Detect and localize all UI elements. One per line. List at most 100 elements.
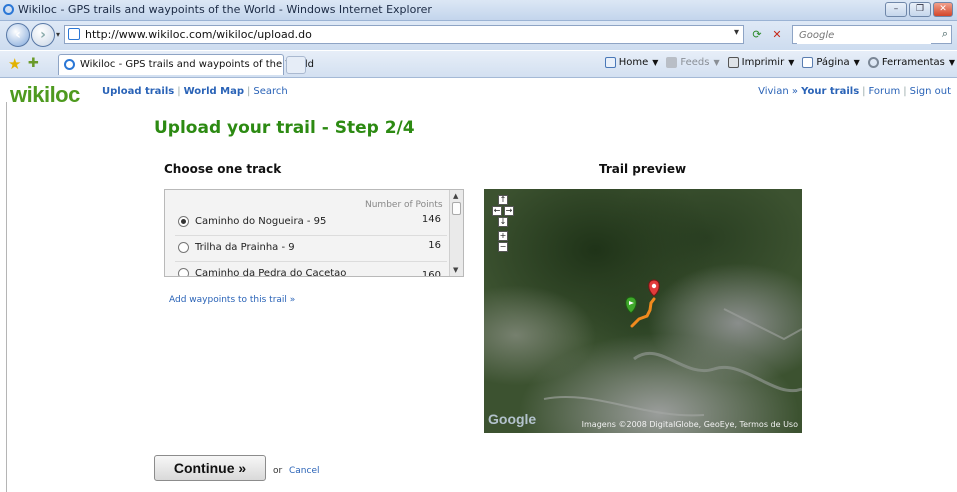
window-title-bar: Wikiloc - GPS trails and waypoints of th… [0, 0, 957, 21]
home-label: Home [618, 57, 649, 68]
pan-up-icon[interactable]: ↑ [498, 195, 508, 205]
chevron-down-icon[interactable]: ▼ [713, 58, 719, 67]
forward-button[interactable]: › [31, 23, 55, 47]
track-name[interactable]: Caminho da Pedra do Cacetao [195, 268, 346, 276]
user-separator: » [791, 86, 798, 97]
user-nav: Vivian » Your trails | Forum | Sign out [758, 86, 951, 97]
your-trails-link[interactable]: Your trails [801, 86, 859, 97]
trail-preview-map[interactable]: ↑ ← → ↓ + − Google Imagens ©2008 Digital… [484, 189, 802, 433]
track-list[interactable]: Number of Points Caminho do Nogueira - 9… [164, 189, 464, 277]
google-logo[interactable]: Google [488, 411, 536, 427]
window-controls: – ❐ ✕ [885, 2, 953, 17]
track-points: 160 [421, 270, 441, 277]
new-tab-button[interactable] [286, 56, 306, 74]
page-button[interactable]: Página ▼ [802, 57, 860, 68]
nav-world-map[interactable]: World Map [184, 86, 244, 97]
forum-link[interactable]: Forum [869, 86, 901, 97]
print-label: Imprimir [741, 57, 785, 68]
site-nav: Upload trails | World Map | Search [102, 86, 288, 97]
nav-upload-trails[interactable]: Upload trails [102, 86, 174, 97]
cancel-link[interactable]: Cancel [289, 466, 320, 476]
points-column-header: Number of Points [365, 200, 443, 210]
track-name[interactable]: Caminho do Nogueira - 95 [195, 216, 326, 227]
feeds-icon [666, 57, 678, 68]
close-button[interactable]: ✕ [933, 2, 953, 17]
nav-search[interactable]: Search [253, 86, 287, 97]
chevron-down-icon[interactable]: ▼ [949, 58, 955, 67]
chevron-down-icon[interactable]: ▼ [652, 58, 658, 67]
tab-favicon-icon [64, 59, 75, 70]
feeds-button[interactable]: Feeds ▼ [666, 57, 720, 68]
tools-button[interactable]: Ferramentas ▼ [867, 57, 955, 68]
scroll-down-icon[interactable]: ▼ [453, 266, 458, 274]
search-icon[interactable]: ⌕ [942, 27, 948, 41]
maximize-button[interactable]: ❐ [909, 2, 931, 17]
scroll-thumb[interactable] [452, 202, 461, 215]
page-favicon-icon [68, 28, 80, 40]
address-bar[interactable]: http://www.wikiloc.com/wikiloc/upload.do… [64, 25, 744, 44]
favorites-star-icon[interactable]: ★ [8, 55, 21, 73]
page-title: Upload your trail - Step 2/4 [154, 118, 415, 138]
search-box[interactable]: ⌕ [792, 25, 952, 44]
search-input[interactable] [797, 27, 931, 44]
track-radio[interactable] [178, 242, 189, 253]
home-button[interactable]: Home ▼ [604, 57, 658, 68]
zoom-out-icon[interactable]: − [498, 242, 508, 252]
zoom-in-icon[interactable]: + [498, 231, 508, 241]
tab-command-bar: ★ ✚ Wikiloc - GPS trails and waypoints o… [0, 51, 957, 78]
chevron-down-icon[interactable]: ▼ [854, 58, 860, 67]
wikiloc-logo[interactable]: wikiloc [10, 82, 80, 108]
continue-button[interactable]: Continue » [154, 455, 266, 481]
page-label: Página [816, 57, 850, 68]
track-list-scrollbar[interactable]: ▲ ▼ [449, 190, 463, 276]
tab-title: Wikiloc - GPS trails and waypoints of th… [80, 59, 314, 70]
start-marker [625, 296, 637, 314]
command-bar: Home ▼ Feeds ▼ Imprimir ▼ Página ▼ Ferrament… [597, 57, 955, 68]
or-text: or [273, 466, 283, 476]
back-arrow-icon: ‹ [15, 27, 21, 43]
track-row[interactable]: Caminho do Nogueira - 95 146 [175, 210, 447, 236]
stop-icon[interactable]: ✕ [768, 26, 786, 43]
sign-out-link[interactable]: Sign out [910, 86, 951, 97]
pan-down-icon[interactable]: ↓ [498, 217, 508, 227]
add-favorites-icon[interactable]: ✚ [28, 56, 39, 71]
add-waypoints-link[interactable]: Add waypoints to this trail » [169, 295, 295, 305]
track-row[interactable]: Caminho da Pedra do Cacetao 160 [175, 262, 447, 277]
track-name[interactable]: Trilha da Prainha - 9 [195, 242, 295, 253]
feeds-label: Feeds [680, 57, 710, 68]
url-text[interactable]: http://www.wikiloc.com/wikiloc/upload.do [85, 28, 312, 41]
history-dropdown-icon[interactable]: ▾ [56, 30, 60, 39]
tools-label: Ferramentas [881, 57, 945, 68]
window-title: Wikiloc - GPS trails and waypoints of th… [18, 3, 432, 16]
chevron-down-icon[interactable]: ▼ [788, 58, 794, 67]
tools-icon [867, 57, 879, 68]
forward-arrow-icon: › [40, 27, 46, 43]
pan-left-icon[interactable]: ← [492, 206, 502, 216]
ie-logo-icon [3, 4, 14, 15]
user-name-link[interactable]: Vivian [758, 86, 789, 97]
track-radio[interactable] [178, 268, 189, 276]
address-toolbar: ‹ › ▾ http://www.wikiloc.com/wikiloc/upl… [0, 21, 957, 50]
print-button[interactable]: Imprimir ▼ [727, 57, 794, 68]
print-icon [727, 57, 739, 68]
track-points: 146 [421, 214, 441, 225]
page-left-border [6, 102, 7, 492]
home-icon [604, 57, 616, 68]
trail-preview-heading: Trail preview [599, 162, 687, 176]
map-imagery [543, 279, 802, 417]
map-attribution[interactable]: Imagens ©2008 DigitalGlobe, GeoEye, Term… [582, 420, 798, 429]
minimize-button[interactable]: – [885, 2, 907, 17]
address-dropdown-icon[interactable]: ▾ [734, 27, 739, 38]
end-marker [648, 279, 660, 297]
track-points: 16 [428, 240, 441, 251]
track-radio[interactable] [178, 216, 189, 227]
pan-right-icon[interactable]: → [504, 206, 514, 216]
browser-tab[interactable]: Wikiloc - GPS trails and waypoints of th… [58, 54, 314, 75]
page-icon [802, 57, 814, 68]
track-row[interactable]: Trilha da Prainha - 9 16 [175, 236, 447, 262]
page-content: wikiloc Upload trails | World Map | Search V… [0, 78, 957, 492]
back-button[interactable]: ‹ [6, 23, 30, 47]
choose-track-heading: Choose one track [164, 162, 282, 176]
refresh-icon[interactable]: ⟳ [748, 26, 766, 43]
scroll-up-icon[interactable]: ▲ [453, 192, 458, 200]
